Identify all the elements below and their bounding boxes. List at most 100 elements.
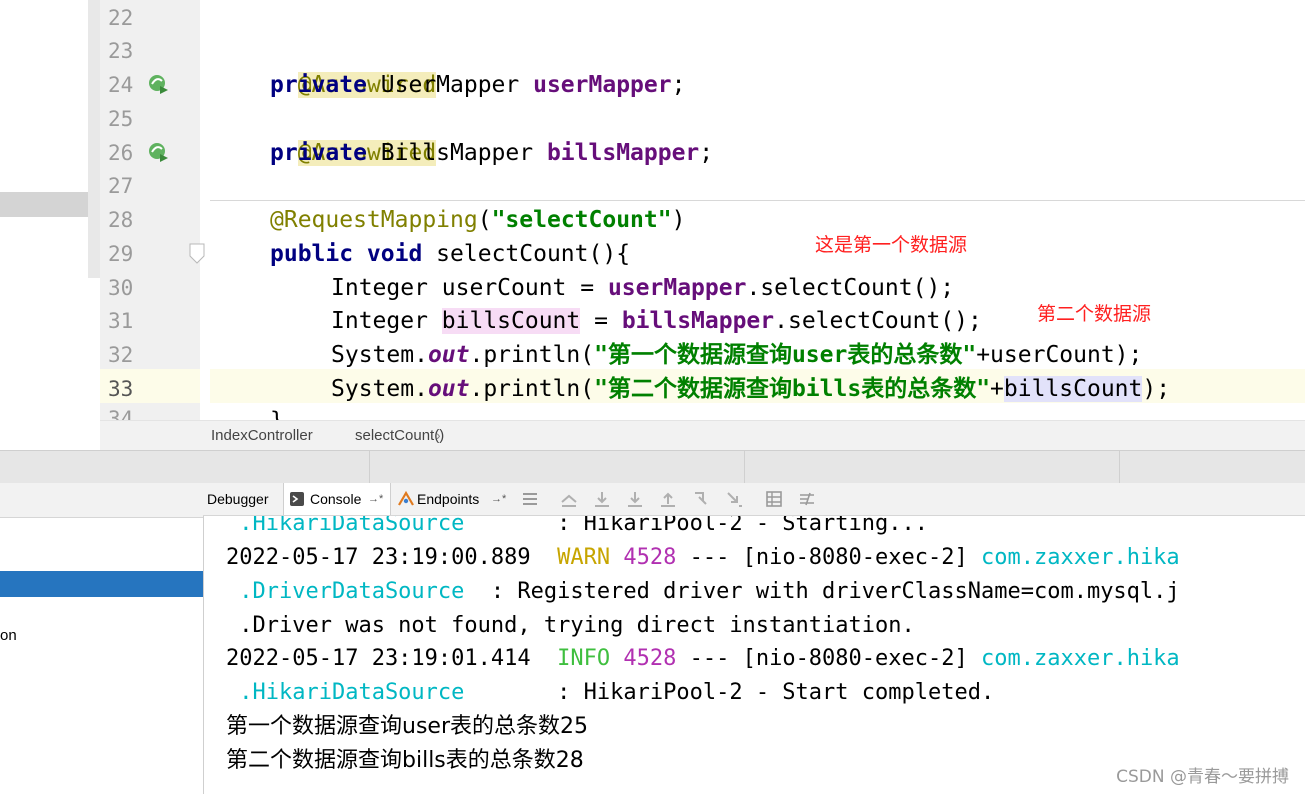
- scroll-up-icon[interactable]: [560, 490, 578, 508]
- variable-highlight: billsCount: [441, 308, 581, 334]
- line-number[interactable]: 24: [108, 68, 148, 102]
- punct: ;: [671, 72, 686, 98]
- console-line: .DriverDataSource : Registered driver wi…: [226, 575, 1180, 609]
- tab-endpoints[interactable]: Endpoints →*: [395, 483, 511, 515]
- field-name: userMapper: [533, 72, 672, 98]
- breadcrumb-class[interactable]: IndexController: [211, 427, 313, 444]
- console-output-line: 第一个数据源查询user表的总条数25: [226, 714, 588, 739]
- menu-icon[interactable]: [521, 490, 539, 508]
- code-line-30: Integer userCount = userMapper.selectCou…: [331, 271, 954, 305]
- log-timestamp: 2022-05-17 23:19:00.889: [226, 545, 558, 570]
- log-pid: 4528: [623, 646, 677, 671]
- line-number[interactable]: 22: [108, 1, 148, 35]
- frames-row-label[interactable]: on: [0, 627, 17, 644]
- punct: ;: [699, 140, 714, 166]
- string-literal: "第一个数据源查询user表的总条数": [594, 342, 977, 368]
- line-number[interactable]: 23: [108, 34, 148, 68]
- line-number[interactable]: 34: [108, 402, 148, 420]
- line-number[interactable]: 30: [108, 271, 148, 305]
- breadcrumb-method[interactable]: selectCount(): [355, 427, 444, 444]
- frames-selected-row[interactable]: [0, 571, 203, 597]
- download-all-icon[interactable]: [626, 490, 644, 508]
- keyword: private: [270, 72, 367, 98]
- tab-console-pin: →*: [368, 493, 384, 505]
- log-thread: --- [nio-8080-exec-2]: [676, 545, 981, 570]
- console-icon: [290, 492, 304, 506]
- code-line-34: }: [270, 404, 284, 420]
- punct: +: [990, 376, 1004, 402]
- field-name: billsMapper: [621, 308, 775, 334]
- fold-marker-icon[interactable]: [189, 243, 205, 265]
- code-line-28: @RequestMapping("selectCount"): [270, 203, 685, 237]
- step-out-icon[interactable]: [725, 490, 743, 508]
- punct: =: [580, 308, 622, 334]
- console-line: .HikariDataSource : HikariPool-2 - Start…: [226, 516, 928, 541]
- call: .println(: [469, 376, 595, 402]
- code-line-29: public void selectCount(){: [270, 237, 630, 271]
- static-field: out: [427, 342, 470, 368]
- punct: ): [671, 207, 686, 233]
- console-line: .HikariDataSource : HikariPool-2 - Start…: [226, 676, 994, 710]
- call: .println(: [469, 342, 595, 368]
- line-number[interactable]: 31: [108, 304, 148, 338]
- bean-run-icon[interactable]: [146, 140, 170, 164]
- line-number[interactable]: 28: [108, 203, 148, 237]
- log-thread: --- [nio-8080-exec-2]: [676, 646, 981, 671]
- tab-endpoints-label: Endpoints: [417, 491, 480, 507]
- table-icon[interactable]: [765, 490, 783, 508]
- call: +userCount);: [976, 342, 1143, 368]
- line-number[interactable]: 33: [108, 372, 148, 406]
- code-line-24: private UserMapper userMapper;: [270, 68, 685, 102]
- settings-icon[interactable]: [798, 490, 816, 508]
- bean-run-icon[interactable]: [146, 72, 170, 96]
- console-output-line: 第二个数据源查询bills表的总条数28: [226, 748, 584, 773]
- method-signature: selectCount(){: [422, 241, 631, 267]
- note-first-datasource: 这是第一个数据源: [815, 235, 968, 256]
- console-output[interactable]: .HikariDataSource : HikariPool-2 - Start…: [204, 516, 1305, 794]
- log-space: [610, 646, 623, 671]
- method-separator: [210, 200, 1305, 201]
- tab-endpoints-pin: →*: [491, 493, 507, 505]
- annotation: @RequestMapping: [270, 207, 478, 233]
- log-message: : HikariPool-2 - Starting...: [464, 516, 929, 536]
- header-divider: [369, 451, 370, 484]
- console-line: 2022-05-17 23:19:00.889 WARN 4528 --- [n…: [226, 541, 1180, 575]
- log-level-warn: WARN: [557, 545, 611, 570]
- download-icon[interactable]: [593, 490, 611, 508]
- log-message: : Registered driver with driverClassName…: [464, 579, 1180, 604]
- log-timestamp: 2022-05-17 23:19:01.414: [226, 646, 558, 671]
- project-panel-scrollbar[interactable]: [88, 0, 100, 278]
- line-number[interactable]: 25: [108, 102, 148, 136]
- code-line-31: Integer billsCount = billsMapper.selectC…: [331, 304, 982, 338]
- field-name: billsMapper: [546, 140, 700, 166]
- upload-icon[interactable]: [659, 490, 677, 508]
- call: .selectCount();: [746, 275, 955, 301]
- field-name: userMapper: [607, 275, 747, 301]
- tab-debugger[interactable]: Debugger: [207, 483, 269, 515]
- line-number[interactable]: 29: [108, 237, 148, 271]
- class-ref: System.: [331, 342, 428, 368]
- logger-class: .HikariDataSource: [226, 680, 465, 705]
- line-number[interactable]: 27: [108, 169, 148, 203]
- type-name: UserMapper: [366, 72, 534, 98]
- step-icon[interactable]: [692, 490, 710, 508]
- line-number[interactable]: 32: [108, 338, 148, 372]
- tab-console[interactable]: Console →*: [283, 483, 391, 515]
- class-ref: System.: [331, 376, 428, 402]
- declaration: Integer userCount =: [331, 275, 608, 301]
- declaration: Integer: [331, 308, 442, 334]
- string-literal: "第二个数据源查询bills表的总条数": [594, 376, 991, 402]
- logger-class: com.zaxxer.hika: [981, 545, 1180, 570]
- log-space: [610, 545, 623, 570]
- console-line: 2022-05-17 23:19:01.414 INFO 4528 --- [n…: [226, 642, 1180, 676]
- console-line: .Driver was not found, trying direct ins…: [226, 609, 915, 643]
- code-line-26: private BillsMapper billsMapper;: [270, 136, 713, 170]
- log-message: : HikariPool-2 - Start completed.: [464, 680, 995, 705]
- code-line-32: System.out.println("第一个数据源查询user表的总条数"+u…: [331, 338, 1142, 372]
- code-line-33: System.out.println("第二个数据源查询bills表的总条数"+…: [331, 372, 1170, 406]
- call: .selectCount();: [774, 308, 982, 334]
- log-level-info: INFO: [557, 646, 611, 671]
- note-second-datasource: 第二个数据源: [1037, 304, 1152, 325]
- static-field: out: [427, 376, 470, 402]
- line-number[interactable]: 26: [108, 136, 148, 170]
